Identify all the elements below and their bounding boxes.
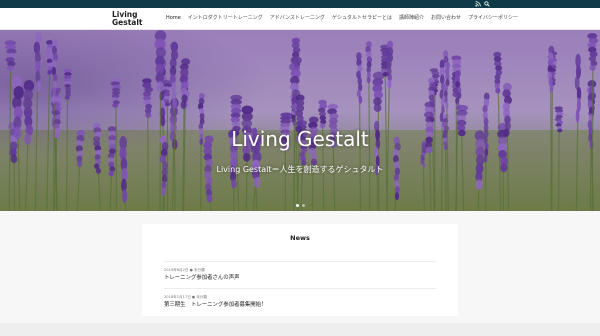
news-item-meta: 2019年6月2日 ● 未分類 bbox=[164, 268, 205, 272]
news-item-title[interactable]: 第三期生 トレーニング参加者募集開始！ bbox=[164, 302, 436, 309]
nav-item-instructors[interactable]: 講師陣紹介 bbox=[399, 15, 424, 22]
hero-slider: Living Gestalt Living Gestalt＝人生を創造するゲシュ… bbox=[0, 30, 600, 211]
nav-item-advanced-training[interactable]: アドバンストレーニング bbox=[270, 15, 325, 22]
news-item[interactable]: 2018年1月17日 ● 未分類 第三期生 トレーニング参加者募集開始！ bbox=[164, 288, 436, 309]
news-card: News 2019年6月2日 ● 未分類 トレーニング参加者さんの声声 2018… bbox=[142, 224, 458, 316]
nav-item-about-gestalt-therapy[interactable]: ゲシュタルトセラピーとは bbox=[332, 15, 392, 22]
hero-subtitle: Living Gestalt＝人生を創造するゲシュタルト bbox=[216, 165, 384, 174]
main-nav: Home イントロダクトリートレーニング アドバンストレーニング ゲシュタルトセ… bbox=[166, 15, 525, 22]
slider-dot-1[interactable] bbox=[296, 204, 299, 207]
nav-item-privacy-policy[interactable]: プライバシーポリシー bbox=[468, 15, 518, 22]
lavender-field-image bbox=[0, 30, 600, 211]
logo-line-2: Gestalt bbox=[112, 17, 143, 27]
news-heading: News bbox=[290, 234, 310, 242]
footer-strip bbox=[0, 323, 600, 336]
nav-item-home[interactable]: Home bbox=[166, 15, 181, 22]
news-item-title[interactable]: トレーニング参加者さんの声声 bbox=[164, 275, 436, 282]
news-item-meta: 2018年1月17日 ● 未分類 bbox=[164, 295, 207, 299]
search-icon[interactable] bbox=[484, 1, 490, 7]
site-logo[interactable]: Living Gestalt bbox=[112, 11, 143, 26]
slider-dot-2[interactable] bbox=[302, 204, 305, 207]
hero-title: Living Gestalt bbox=[231, 127, 369, 151]
rss-icon[interactable] bbox=[475, 1, 481, 7]
top-bar bbox=[0, 0, 600, 8]
nav-item-introductory-training[interactable]: イントロダクトリートレーニング bbox=[188, 15, 263, 22]
slider-dots bbox=[296, 204, 305, 207]
news-item[interactable]: 2019年6月2日 ● 未分類 トレーニング参加者さんの声声 bbox=[164, 261, 436, 282]
news-section: News 2019年6月2日 ● 未分類 トレーニング参加者さんの声声 2018… bbox=[0, 211, 600, 336]
nav-item-contact[interactable]: お問い合わせ bbox=[431, 15, 461, 22]
site-header: Living Gestalt Home イントロダクトリートレーニング アドバン… bbox=[0, 8, 600, 30]
